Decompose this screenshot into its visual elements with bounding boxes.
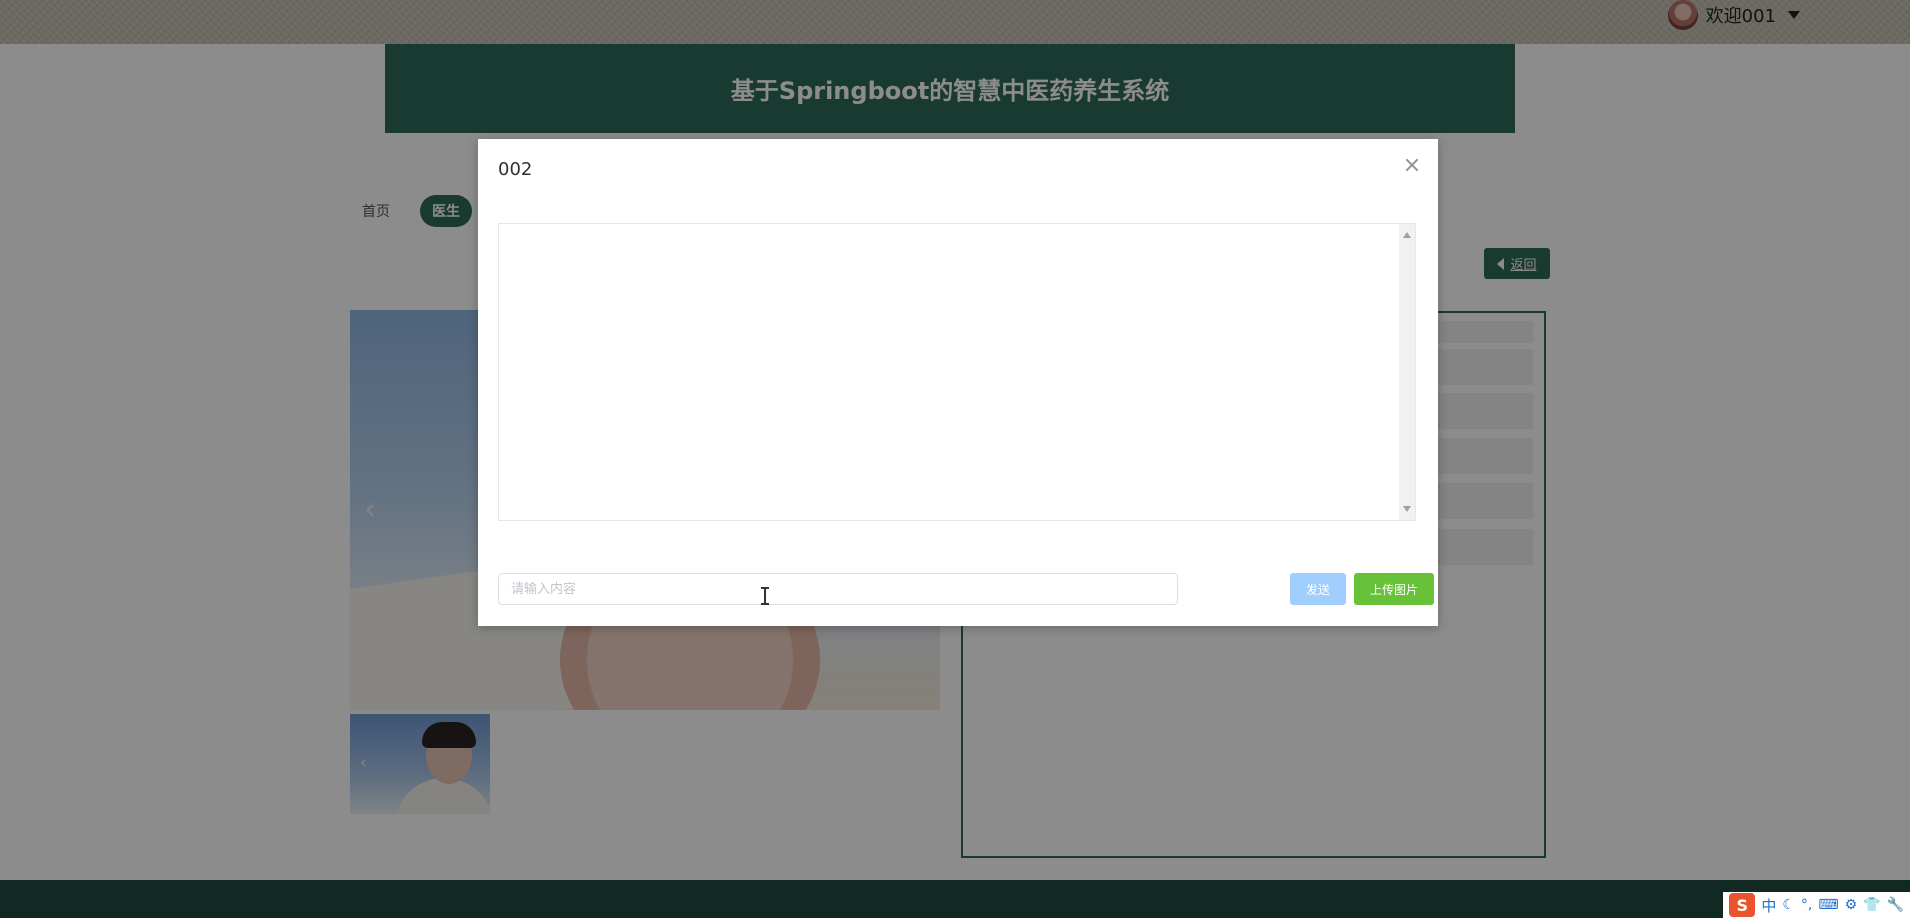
settings-icon[interactable]: ⚙ bbox=[1845, 897, 1858, 913]
ime-mode[interactable]: 中 bbox=[1761, 895, 1776, 916]
punctuation-icon[interactable]: °, bbox=[1801, 897, 1812, 913]
chat-input-row: 发送 上传图片 bbox=[498, 573, 1434, 605]
scroll-down-icon[interactable] bbox=[1403, 506, 1411, 512]
shirt-icon[interactable]: 👕 bbox=[1863, 897, 1880, 913]
chat-dialog: 002 发送 上传图片 bbox=[478, 139, 1438, 626]
chat-message-area[interactable] bbox=[498, 223, 1416, 521]
ime-logo-icon[interactable]: S bbox=[1729, 893, 1756, 917]
message-input[interactable] bbox=[498, 573, 1178, 605]
dialog-title: 002 bbox=[498, 159, 533, 180]
chat-scrollbar[interactable] bbox=[1399, 224, 1415, 520]
text-cursor-icon bbox=[761, 587, 769, 605]
upload-image-button[interactable]: 上传图片 bbox=[1354, 573, 1434, 605]
scroll-up-icon[interactable] bbox=[1403, 232, 1411, 238]
moon-icon[interactable]: ☾ bbox=[1782, 897, 1795, 913]
wrench-icon[interactable]: 🔧 bbox=[1887, 897, 1904, 913]
close-icon[interactable] bbox=[1404, 157, 1420, 173]
keyboard-icon[interactable]: ⌨ bbox=[1818, 897, 1838, 913]
send-button[interactable]: 发送 bbox=[1290, 573, 1346, 605]
system-tray: S 中 ☾ °, ⌨ ⚙ 👕 🔧 bbox=[1723, 892, 1910, 918]
